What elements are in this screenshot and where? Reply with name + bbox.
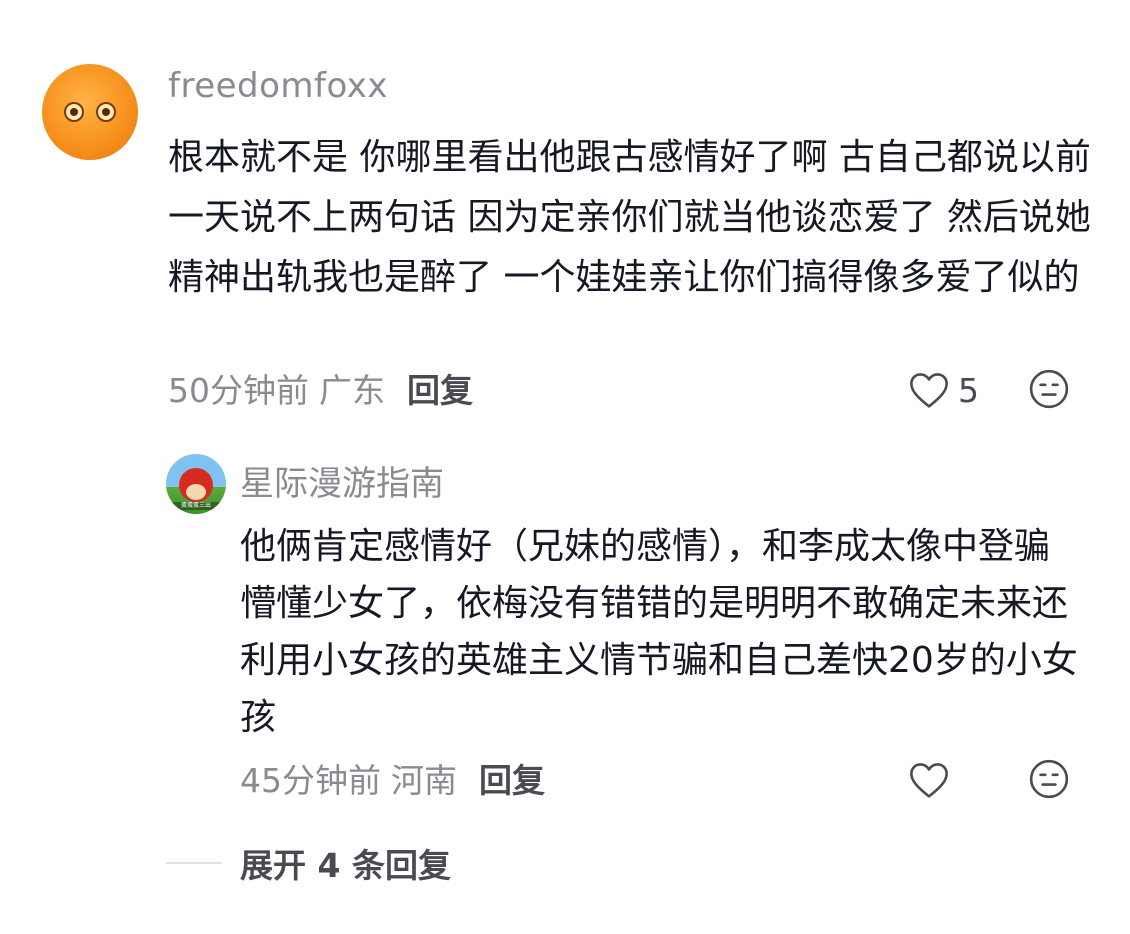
- meh-face-icon: [1029, 369, 1069, 409]
- user-avatar[interactable]: 蛋蛋蛋三出: [166, 454, 226, 514]
- reply-location: 河南: [391, 761, 457, 800]
- reply-meta: 45分钟前 河南 回复: [240, 754, 545, 802]
- meh-face-icon: [1029, 759, 1069, 799]
- comment-username[interactable]: freedomfoxx: [168, 66, 388, 106]
- dislike-button[interactable]: [1028, 368, 1070, 410]
- avatar-eye-icon: [64, 102, 84, 122]
- comment-text: 根本就不是 你哪里看出他跟古感情好了啊 古自己都说以前一天说不上两句话 因为定亲…: [168, 137, 1091, 298]
- avatar-caption: 蛋蛋蛋三出: [172, 502, 220, 510]
- reply-time: 45分钟前: [240, 761, 381, 800]
- user-avatar[interactable]: [42, 64, 138, 160]
- like-count: 5: [958, 370, 979, 410]
- expand-replies-label: 展开 4 条回复: [240, 846, 451, 885]
- reply-username[interactable]: 星际漫游指南: [240, 456, 444, 505]
- comment-item: freedomfoxx 根本就不是 你哪里看出他跟古感情好了啊 古自己都说以前一…: [0, 0, 1130, 440]
- bird-belly-shape: [186, 484, 206, 500]
- dislike-button[interactable]: [1028, 758, 1070, 800]
- comment-time: 50分钟前: [168, 371, 309, 410]
- like-button[interactable]: [908, 758, 950, 802]
- comment-actions: 5: [900, 364, 1080, 414]
- reply-item: 蛋蛋蛋三出 星际漫游指南 他俩肯定感情好（兄妹的感情），和李成太像中登骗懵懂少女…: [0, 440, 1130, 840]
- reply-text: 他俩肯定感情好（兄妹的感情），和李成太像中登骗懵懂少女了，依梅没有错错的是明明不…: [240, 526, 1078, 738]
- reply-button[interactable]: 回复: [479, 761, 545, 800]
- comment-meta: 50分钟前 广东 回复: [168, 364, 473, 412]
- heart-outline-icon: [910, 763, 948, 798]
- heart-outline-icon: [910, 373, 948, 408]
- comment-location: 广东: [319, 371, 385, 410]
- reply-actions: [900, 754, 1080, 804]
- like-button[interactable]: 5: [908, 368, 979, 412]
- reply-button[interactable]: 回复: [407, 371, 473, 410]
- divider-line: [166, 862, 222, 864]
- avatar-eye-icon: [96, 102, 116, 122]
- expand-replies-button[interactable]: 展开 4 条回复: [166, 838, 451, 888]
